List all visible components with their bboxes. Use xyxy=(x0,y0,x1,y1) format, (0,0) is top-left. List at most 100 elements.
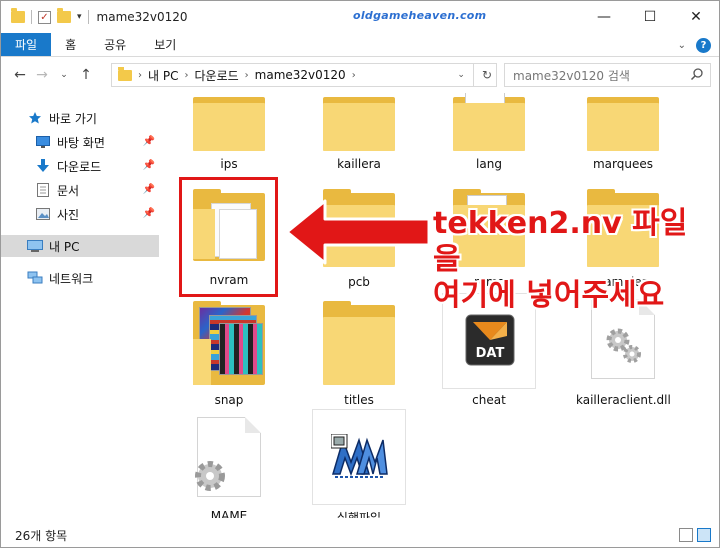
file-name: 실행파일 xyxy=(336,511,382,518)
folder-item[interactable]: ips xyxy=(182,93,276,175)
recent-locations-icon[interactable]: ⌄ xyxy=(53,70,75,80)
chevron-right-icon[interactable]: › xyxy=(352,70,356,81)
help-icon[interactable]: ? xyxy=(696,37,711,53)
download-arrow-icon xyxy=(35,159,51,173)
file-name: kailleraclient.dll xyxy=(576,393,671,407)
file-item-mame-config[interactable]: MAME xyxy=(182,411,276,518)
nav-desktop[interactable]: 바탕 화면 📌 xyxy=(1,131,159,153)
chevron-right-icon[interactable]: › xyxy=(184,70,188,81)
item-count: 26개 항목 xyxy=(15,528,68,543)
separator xyxy=(472,64,474,86)
nav-desktop-label: 바탕 화면 xyxy=(57,135,105,150)
breadcrumb-this-pc[interactable]: 내 PC xyxy=(148,67,178,84)
callout-line-2: 여기에 넣어주세요 xyxy=(433,278,665,313)
folder-icon[interactable] xyxy=(11,8,25,23)
folder-item[interactable]: titles xyxy=(312,301,406,411)
picture-icon xyxy=(35,207,51,221)
config-file-icon xyxy=(195,417,261,497)
nav-pictures[interactable]: 사진 📌 xyxy=(1,203,159,225)
new-folder-icon[interactable] xyxy=(57,8,71,23)
folder-icon xyxy=(453,93,525,151)
nav-pictures-label: 사진 xyxy=(57,207,80,222)
watermark: oldgameheaven.com xyxy=(353,9,487,22)
history-dropdown-icon[interactable]: ⌄ xyxy=(457,70,465,80)
red-arrow-icon xyxy=(285,199,431,265)
image-folder-icon xyxy=(193,301,265,385)
file-name: kaillera xyxy=(337,157,381,171)
explorer-window: ✓ ▾ mame32v0120 oldgameheaven.com — ☐ ✕ … xyxy=(0,0,720,548)
address-bar[interactable]: › 내 PC › 다운로드 › mame32v0120 › ⌄ ↻ xyxy=(111,63,497,87)
file-name: ips xyxy=(220,157,238,171)
folder-item-snap[interactable]: snap xyxy=(182,301,276,411)
tab-file[interactable]: 파일 xyxy=(1,33,52,56)
nav-quick-access-label: 바로 가기 xyxy=(49,111,97,126)
separator xyxy=(31,10,32,24)
file-name: marquees xyxy=(592,157,653,171)
folder-icon xyxy=(118,66,132,81)
folder-icon xyxy=(193,93,265,151)
pin-icon[interactable]: 📌 xyxy=(143,184,155,195)
folder-icon xyxy=(323,301,395,385)
document-icon xyxy=(35,183,51,197)
nav-this-pc[interactable]: 내 PC xyxy=(1,235,159,257)
folder-item[interactable]: marquees xyxy=(576,93,670,175)
file-name: snap xyxy=(214,393,244,407)
gear-icon xyxy=(195,461,225,491)
window-controls: — ☐ ✕ xyxy=(581,1,719,33)
pin-icon[interactable]: 📌 xyxy=(143,160,155,171)
ribbon-tabs: 파일 홈 공유 보기 ⌄ ? xyxy=(1,33,719,57)
folder-item[interactable]: lang xyxy=(442,93,536,175)
chevron-right-icon[interactable]: › xyxy=(138,70,142,81)
nav-quick-access[interactable]: 바로 가기 xyxy=(1,107,159,129)
search-input[interactable]: mame32v0120 검색 xyxy=(504,63,711,87)
breadcrumb-current[interactable]: mame32v0120 xyxy=(255,68,346,82)
search-placeholder: mame32v0120 검색 xyxy=(513,68,630,83)
back-arrow-icon[interactable]: ← xyxy=(9,67,31,83)
navigation-bar: ← → ⌄ ↑ › 내 PC › 다운로드 › mame32v0120 › ⌄ … xyxy=(1,58,719,92)
folder-item[interactable]: kaillera xyxy=(312,93,406,175)
folder-icon xyxy=(587,93,659,151)
close-button[interactable]: ✕ xyxy=(673,1,719,33)
desktop-icon xyxy=(35,135,51,149)
window-title: mame32v0120 xyxy=(96,10,188,24)
thumbnail-frame xyxy=(312,409,406,505)
breadcrumb-downloads[interactable]: 다운로드 xyxy=(194,67,238,84)
nav-network[interactable]: 네트워크 xyxy=(1,267,159,289)
highlight-box xyxy=(179,177,278,297)
file-name: titles xyxy=(344,393,374,407)
maximize-button[interactable]: ☐ xyxy=(627,1,673,33)
tab-share[interactable]: 공유 xyxy=(90,33,140,56)
view-toggle xyxy=(679,528,711,542)
ribbon-right-controls: ⌄ ? xyxy=(678,33,711,57)
file-name: MAME xyxy=(210,509,248,518)
properties-icon[interactable]: ✓ xyxy=(38,10,51,24)
refresh-icon[interactable]: ↻ xyxy=(482,68,492,82)
quick-access-toolbar: ✓ ▾ xyxy=(1,8,89,24)
forward-arrow-icon[interactable]: → xyxy=(31,67,53,83)
large-icons-view-icon[interactable] xyxy=(697,528,711,542)
details-view-icon[interactable] xyxy=(679,528,693,542)
callout-line-1: tekken2.nv 파일을 xyxy=(433,206,688,277)
minimize-button[interactable]: — xyxy=(581,1,627,33)
tab-view[interactable]: 보기 xyxy=(140,33,190,56)
tab-home[interactable]: 홈 xyxy=(51,33,90,56)
search-icon[interactable] xyxy=(690,67,704,81)
nav-documents[interactable]: 문서 📌 xyxy=(1,179,159,201)
folder-icon xyxy=(323,93,395,151)
file-item-mame-exe[interactable]: 실행파일 xyxy=(312,409,406,518)
customize-dropdown-icon[interactable]: ▾ xyxy=(77,12,82,22)
nav-downloads[interactable]: 다운로드 📌 xyxy=(1,155,159,177)
pin-icon[interactable]: 📌 xyxy=(143,136,155,147)
address-tools: ⌄ ↻ xyxy=(457,64,492,86)
nav-this-pc-label: 내 PC xyxy=(49,239,80,254)
pin-icon[interactable]: 📌 xyxy=(143,208,155,219)
scrollbar-thumb[interactable] xyxy=(708,93,716,393)
vertical-scrollbar[interactable] xyxy=(705,93,719,521)
network-icon xyxy=(27,271,43,285)
file-name: cheat xyxy=(472,393,506,407)
chevron-down-icon[interactable]: ⌄ xyxy=(678,40,686,51)
up-arrow-icon[interactable]: ↑ xyxy=(75,67,97,83)
star-icon xyxy=(27,111,43,125)
mame-logo-icon xyxy=(331,434,388,478)
chevron-right-icon[interactable]: › xyxy=(245,70,249,81)
